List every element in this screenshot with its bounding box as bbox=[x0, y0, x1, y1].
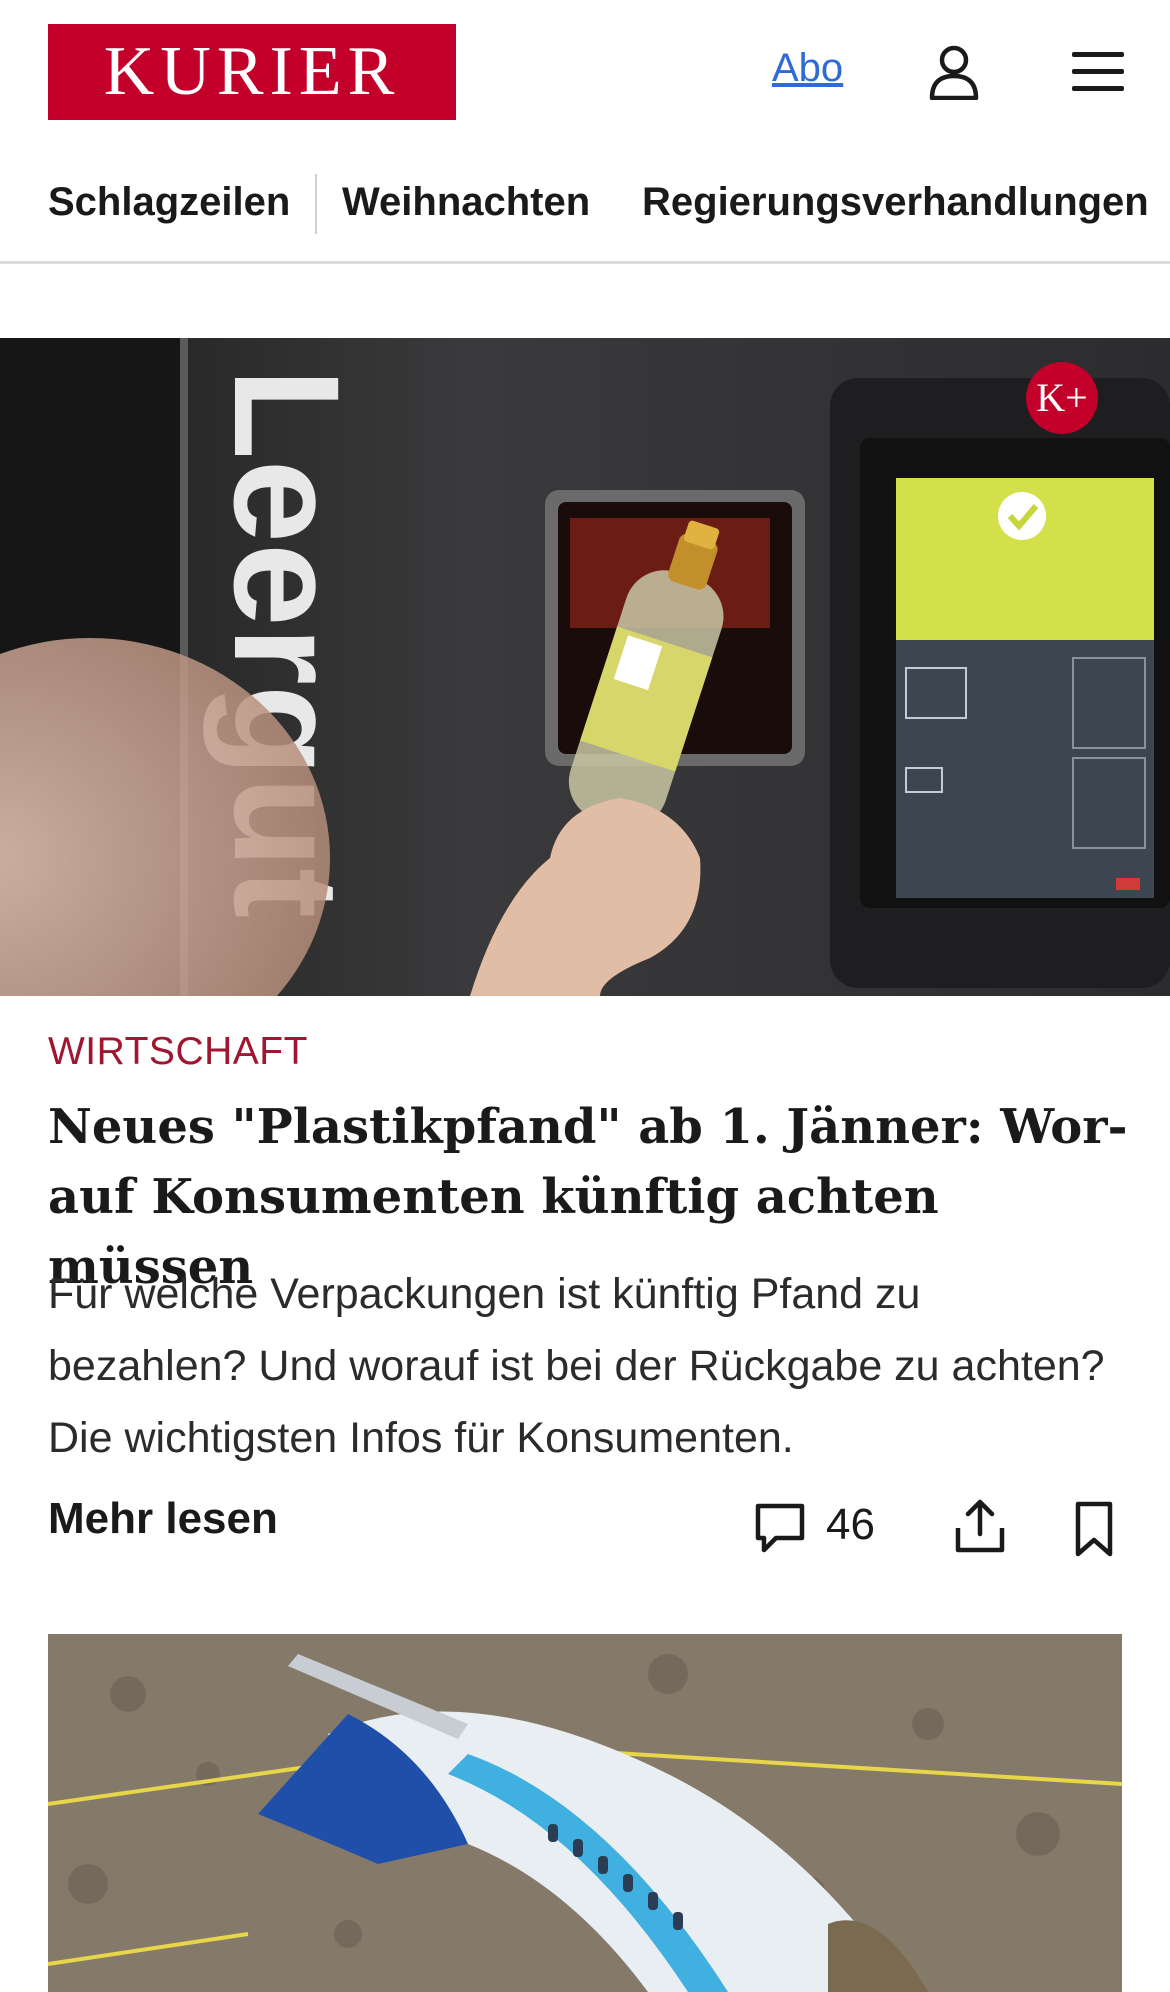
user-icon[interactable] bbox=[928, 44, 980, 100]
kplus-premium-badge: K+ bbox=[1026, 362, 1098, 434]
nav-item-regierungsverhandlungen[interactable]: Regierungsverhandlungen bbox=[642, 180, 1149, 225]
second-article-image[interactable] bbox=[48, 1634, 1122, 1992]
plane-wreck-illustration bbox=[48, 1634, 1122, 1992]
comment-icon[interactable] bbox=[752, 1500, 808, 1556]
bottle-return-machine-illustration: Leergut bbox=[0, 338, 1170, 996]
article-hero-image[interactable]: Leergut bbox=[0, 338, 1170, 996]
headline-line-1: Neues "Plastikpfand" ab 1. Jänner: Wor- bbox=[48, 1099, 1128, 1155]
bookmark-icon[interactable] bbox=[1072, 1500, 1116, 1558]
article-category[interactable]: WIRTSCHAFT bbox=[48, 1030, 308, 1074]
nav-divider bbox=[315, 174, 317, 234]
section-nav: Schlagzeilen Weihnachten Regierungsverha… bbox=[0, 150, 1170, 264]
site-header: KURIER Abo bbox=[0, 0, 1170, 145]
hamburger-menu-icon[interactable] bbox=[1070, 48, 1126, 96]
comment-count[interactable]: 46 bbox=[826, 1500, 875, 1550]
article-teaser[interactable]: Für welche Verpackungen ist künftig Pfan… bbox=[48, 1258, 1128, 1474]
kurier-logo[interactable]: KURIER bbox=[48, 24, 456, 120]
share-icon[interactable] bbox=[952, 1496, 1008, 1556]
nav-item-weihnachten[interactable]: Weihnachten bbox=[342, 180, 590, 225]
read-more-link[interactable]: Mehr lesen bbox=[48, 1494, 278, 1544]
nav-item-schlagzeilen[interactable]: Schlagzeilen bbox=[48, 180, 290, 225]
abo-link[interactable]: Abo bbox=[772, 46, 843, 91]
